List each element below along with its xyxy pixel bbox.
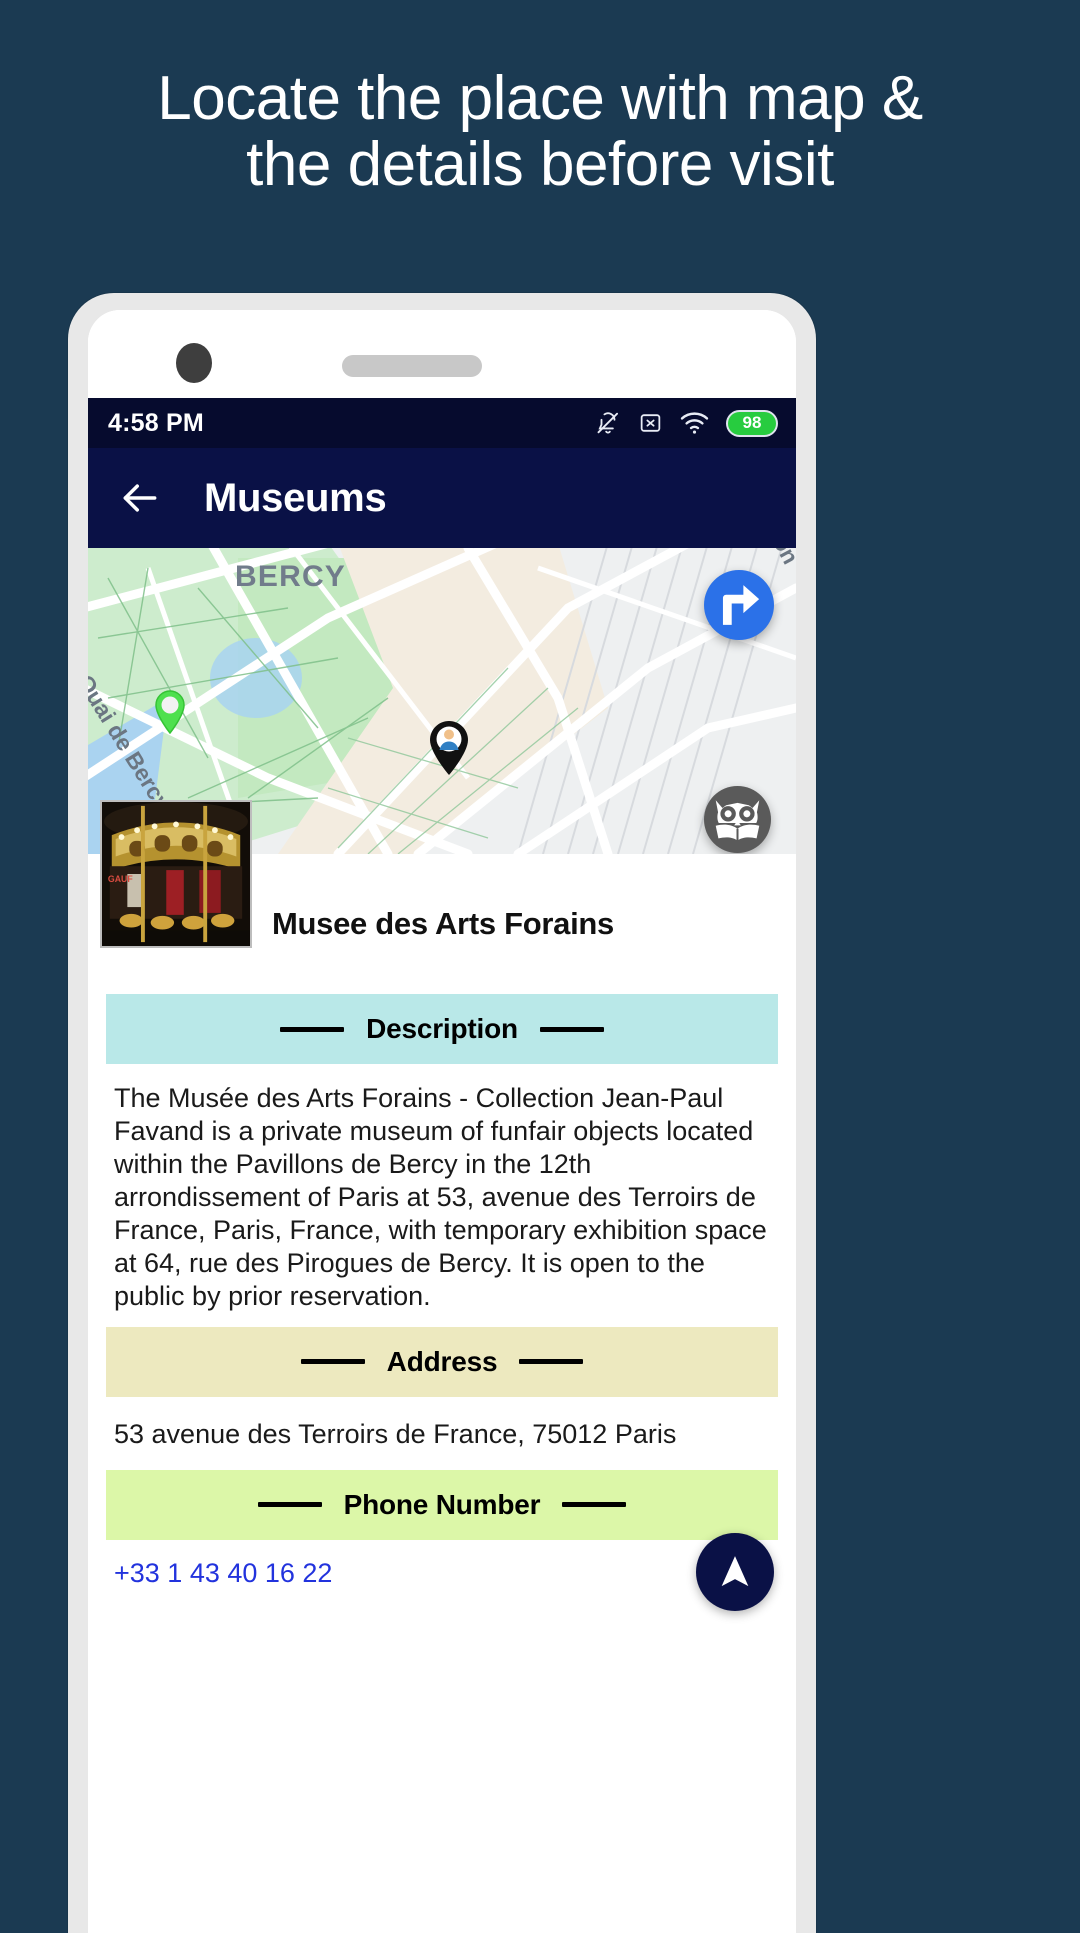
sim-card-off-icon [638,410,663,436]
description-section-title: Description [366,1013,518,1044]
status-clock: 4:58 PM [108,408,204,437]
description-text: The Musée des Arts Forains - Collection … [114,1083,767,1311]
green-location-pin[interactable] [154,690,186,734]
description-section-header: Description [106,994,778,1064]
address-section-title: Address [386,1345,498,1377]
dash-right-icon [519,1359,584,1365]
bell-off-icon [595,409,621,437]
navigation-arrow-icon [721,1555,749,1586]
place-name: Musee des Arts Forains [272,906,614,941]
phone-screen: 4:58 PM 98 Museums BERCY Quai de Bercy G… [88,310,796,1933]
navigate-fab[interactable] [696,1532,774,1611]
detail-content: Description The Musée des Arts Forains -… [88,994,796,1611]
phone-frame: 4:58 PM 98 Museums BERCY Quai de Bercy G… [68,293,816,1933]
earpiece-speaker [342,355,482,377]
place-card[interactable]: GAUF Musee des Arts Forains [88,800,796,994]
promo-headline: Locate the place with map & the details … [0,66,1080,197]
dash-left-icon [257,1502,322,1508]
address-text: 53 avenue des Terroirs de France, 75012 … [114,1418,677,1449]
status-bar: 4:58 PM 98 [88,398,796,448]
phone-section-title: Phone Number [343,1488,541,1520]
svg-text:GAUF: GAUF [108,874,133,884]
address-section-header: Address [106,1326,778,1397]
carousel-photo: GAUF [102,802,250,946]
directions-fab[interactable] [704,570,774,640]
phone-section-header: Phone Number [106,1469,778,1540]
dash-right-icon [539,1026,604,1032]
page-title: Museums [204,475,387,520]
wiki-fab[interactable] [704,786,771,853]
front-camera-icon [176,343,212,383]
status-icon-group: 98 [595,409,778,437]
turn-right-arrow-icon [722,585,760,625]
battery-percent-label: 98 [742,413,762,432]
dash-left-icon [300,1359,365,1365]
arrow-left-icon[interactable] [118,476,162,520]
dash-left-icon [280,1026,345,1032]
person-location-pin[interactable] [428,720,470,776]
phone-bezel [88,310,796,398]
battery-icon: 98 [726,409,778,437]
dash-right-icon [562,1502,627,1508]
promo-headline-line1: Locate the place with map & [157,64,923,133]
phone-number-link[interactable]: +33 1 43 40 16 22 [88,1540,796,1589]
owl-book-icon [715,800,760,842]
wifi-icon [680,411,709,435]
place-thumbnail[interactable]: GAUF [100,800,252,948]
promo-headline-line2: the details before visit [246,129,834,199]
app-bar: Museums [88,448,796,548]
